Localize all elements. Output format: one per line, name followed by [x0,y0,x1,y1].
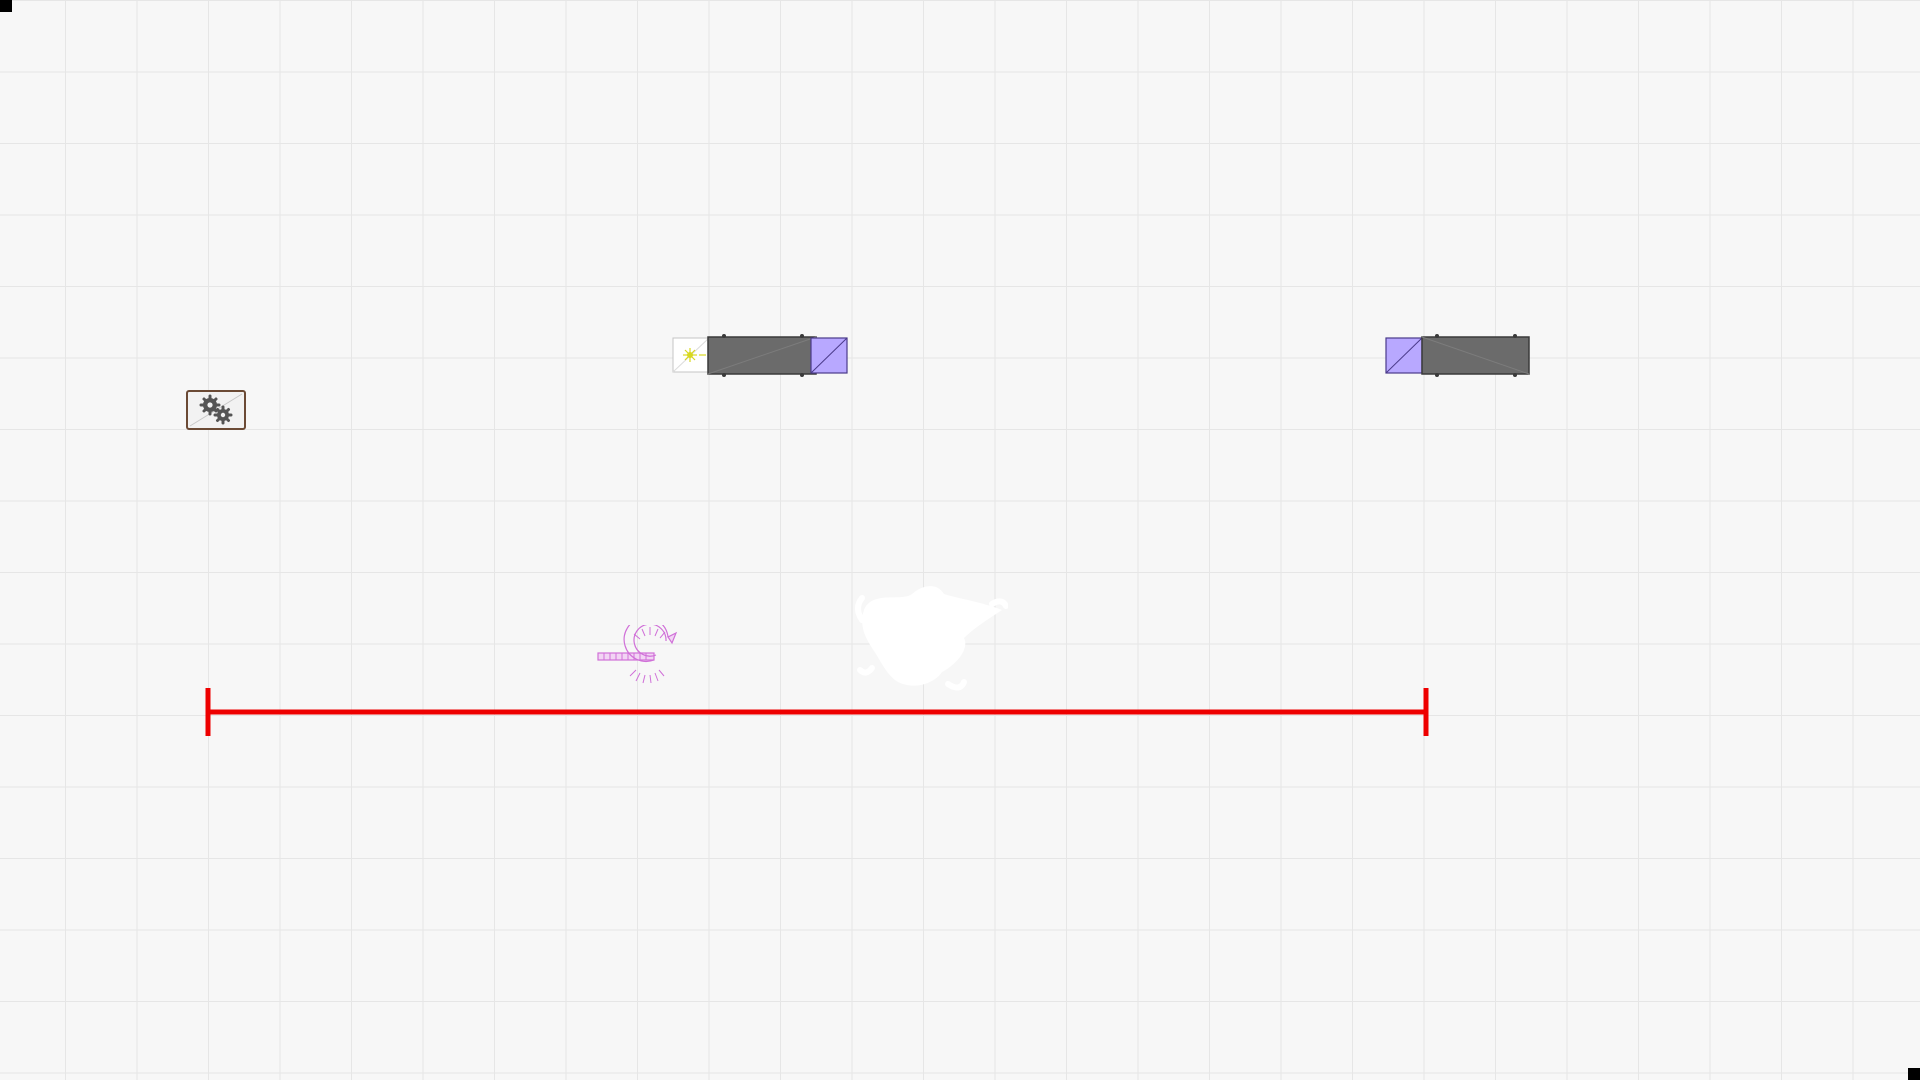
white-smudge [852,580,1009,700]
measurement-line[interactable] [205,686,1430,738]
corner-marker-top-left [0,0,12,12]
editor-canvas[interactable] [0,0,1920,1080]
smudge-icon [855,586,1009,691]
truck-icon [1385,334,1530,377]
ruler-icon [205,688,1429,736]
truck-left[interactable] [672,333,848,378]
gears-icon [189,393,243,427]
settings-box[interactable] [186,390,246,430]
spring-icon [597,616,678,684]
truck-right[interactable] [1385,333,1531,378]
spring-item[interactable] [596,616,678,687]
corner-marker-bottom-right [1908,1068,1920,1080]
truck-icon [672,334,848,377]
